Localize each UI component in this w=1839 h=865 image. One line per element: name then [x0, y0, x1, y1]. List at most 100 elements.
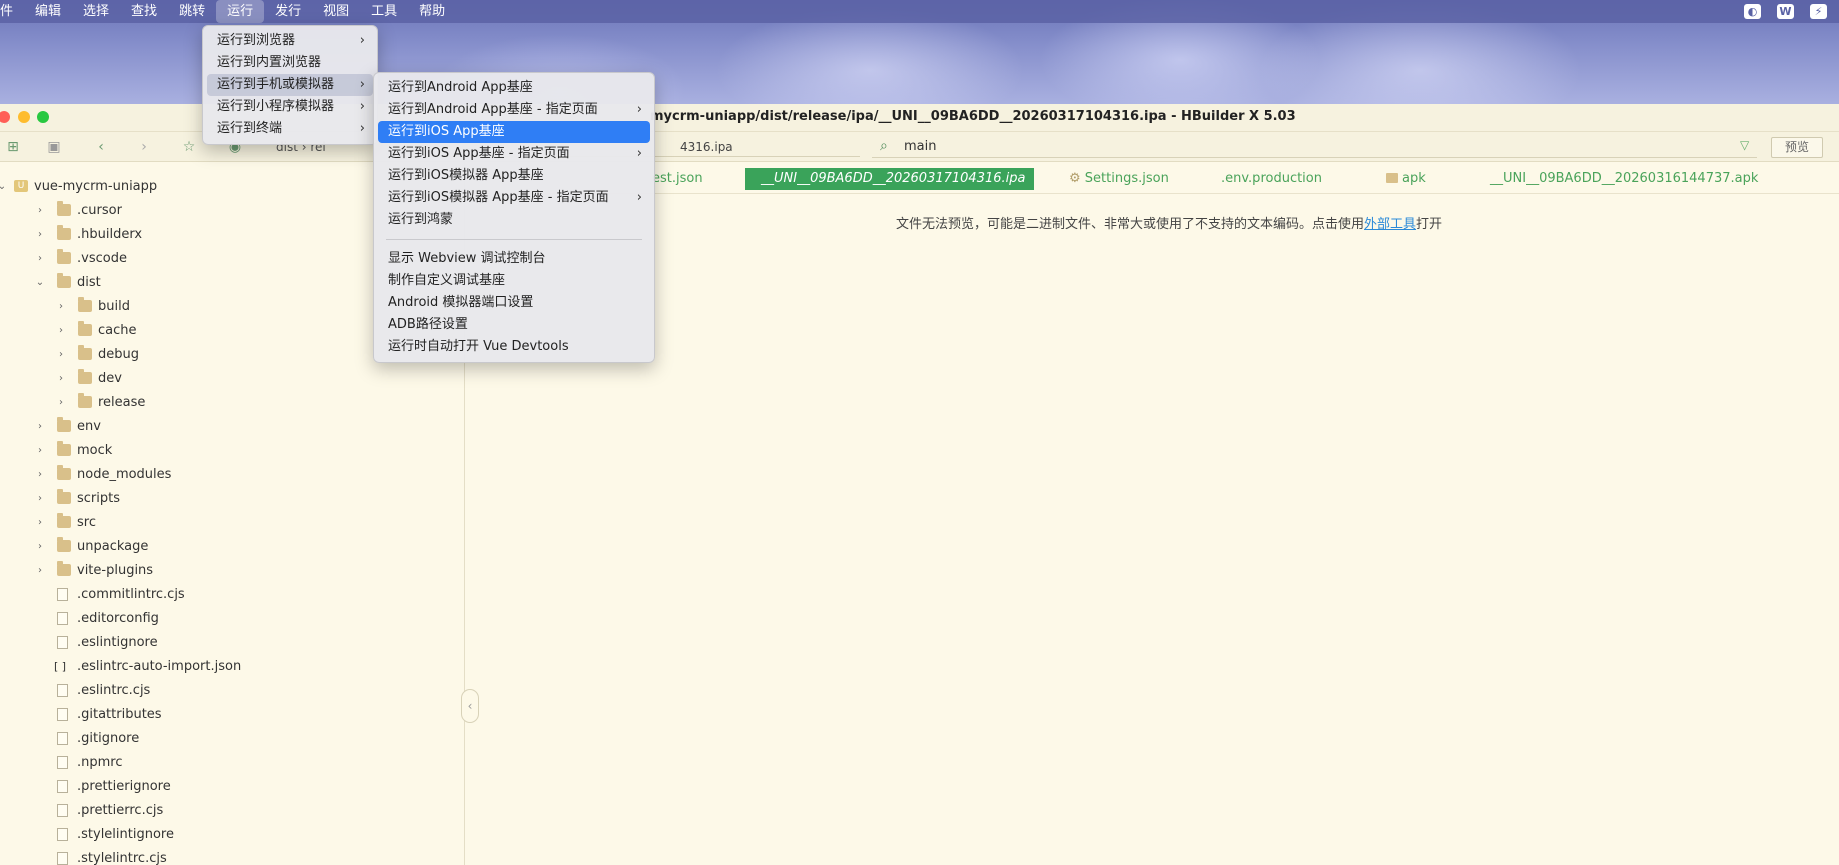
menubar-item[interactable]: 工具	[360, 0, 408, 23]
chevron-right-icon[interactable]: ›	[35, 517, 45, 528]
external-tool-link[interactable]: 外部工具	[1364, 217, 1416, 232]
save-icon[interactable]: ▣	[45, 138, 63, 156]
chevron-down-icon[interactable]: ⌄	[35, 277, 45, 288]
close-window-button[interactable]	[0, 111, 10, 123]
tree-item-unpackage[interactable]: › unpackage	[0, 534, 464, 558]
maximize-window-button[interactable]	[37, 111, 49, 123]
menu-item[interactable]: 运行到鸿蒙	[378, 209, 650, 231]
tree-item-node-modules[interactable]: › node_modules	[0, 462, 464, 486]
tree-item-prettierrc-cjs[interactable]: .prettierrc.cjs	[0, 798, 464, 822]
menubar-item[interactable]: 运行	[216, 0, 265, 23]
tree-item-label: unpackage	[77, 538, 149, 554]
chevron-right-icon[interactable]: ›	[35, 493, 45, 504]
chevron-right-icon: ›	[636, 190, 642, 205]
tree-item-gitattributes[interactable]: .gitattributes	[0, 702, 464, 726]
menubar-item[interactable]: 选择	[72, 0, 120, 23]
file-icon	[57, 683, 68, 697]
chevron-right-icon[interactable]: ›	[35, 421, 45, 432]
chevron-right-icon[interactable]: ›	[56, 325, 66, 336]
search-input[interactable]: ⌕ main	[872, 136, 1757, 158]
menu-item[interactable]: Android 模拟器端口设置	[378, 292, 650, 314]
menubar-item[interactable]: 帮助	[408, 0, 456, 23]
menu-item[interactable]: ADB路径设置	[378, 314, 650, 336]
menu-item[interactable]: 显示 Webview 调试控制台	[378, 248, 650, 270]
status-app-icon[interactable]: ◐	[1744, 4, 1761, 19]
menubar-item[interactable]: 发行	[264, 0, 312, 23]
menu-item[interactable]: 运行到iOS模拟器 App基座	[378, 165, 650, 187]
collapse-sidebar-handle[interactable]: ‹	[461, 689, 479, 723]
hbuilder-window: mycrm-uniapp/dist/release/ipa/__UNI__09B…	[0, 104, 1839, 865]
menubar-item[interactable]: 编辑	[24, 0, 72, 23]
chevron-right-icon[interactable]: ›	[35, 565, 45, 576]
forward-icon[interactable]: ›	[135, 138, 153, 156]
tree-item-mock[interactable]: › mock	[0, 438, 464, 462]
tree-item-prettierignore[interactable]: .prettierignore	[0, 774, 464, 798]
preview-button[interactable]: 预览	[1771, 137, 1823, 158]
folder-icon	[57, 537, 71, 552]
chevron-right-icon[interactable]: ›	[35, 205, 45, 216]
project-icon: U	[14, 180, 28, 192]
new-file-icon[interactable]: ⊞	[4, 138, 22, 156]
chevron-right-icon[interactable]: ›	[35, 253, 45, 264]
tree-item-editorconfig[interactable]: .editorconfig	[0, 606, 464, 630]
tab-apk-folder[interactable]: apk	[1386, 168, 1426, 190]
tab-apk-file[interactable]: __UNI__09BA6DD__20260316144737.apk	[1490, 168, 1758, 190]
bookmark-star-icon[interactable]: ☆	[180, 138, 198, 156]
chevron-right-icon[interactable]: ›	[56, 349, 66, 360]
menu-item[interactable]: 运行时自动打开 Vue Devtools	[378, 336, 650, 358]
tree-item-eslintignore[interactable]: .eslintignore	[0, 630, 464, 654]
menu-item[interactable]: 运行到手机或模拟器 ›	[207, 74, 373, 96]
menu-item[interactable]: 制作自定义调试基座	[378, 270, 650, 292]
chevron-right-icon: ›	[636, 102, 642, 117]
tab-settings-json[interactable]: ⚙ Settings.json	[1069, 168, 1169, 190]
menu-item[interactable]: 运行到Android App基座 - 指定页面 ›	[378, 99, 650, 121]
tree-item-stylelintignore[interactable]: .stylelintignore	[0, 822, 464, 846]
wps-icon[interactable]: W	[1777, 4, 1794, 19]
chevron-right-icon[interactable]: ›	[35, 445, 45, 456]
tree-item-stylelintrc-cjs[interactable]: .stylelintrc.cjs	[0, 846, 464, 865]
tree-item-eslintrc-auto-import-json[interactable]: [ ] .eslintrc-auto-import.json	[0, 654, 464, 678]
tree-item-env[interactable]: › env	[0, 414, 464, 438]
tree-item-release[interactable]: › release	[0, 390, 464, 414]
tab-env-production[interactable]: .env.production	[1221, 168, 1322, 190]
power-icon[interactable]: ⚡	[1810, 4, 1827, 19]
tree-item-src[interactable]: › src	[0, 510, 464, 534]
minimize-window-button[interactable]	[18, 111, 30, 123]
file-icon	[57, 731, 68, 745]
tree-item-vite-plugins[interactable]: › vite-plugins	[0, 558, 464, 582]
menu-item[interactable]: 运行到浏览器 ›	[207, 30, 373, 52]
tree-item-scripts[interactable]: › scripts	[0, 486, 464, 510]
tree-item-dev[interactable]: › dev	[0, 366, 464, 390]
chevron-down-icon[interactable]: ⌄	[0, 181, 7, 192]
tab-manifest-json[interactable]: est.json	[652, 168, 703, 190]
menubar-item[interactable]: 跳转	[168, 0, 216, 23]
chevron-right-icon[interactable]: ›	[56, 373, 66, 384]
tree-item-npmrc[interactable]: .npmrc	[0, 750, 464, 774]
menu-item[interactable]: 运行到小程序模拟器 ›	[207, 96, 373, 118]
menu-item-label: ADB路径设置	[388, 317, 468, 332]
chevron-right-icon[interactable]: ›	[35, 541, 45, 552]
menu-item[interactable]: 运行到iOS App基座 - 指定页面 ›	[378, 143, 650, 165]
tree-item-label: .stylelintignore	[77, 826, 174, 842]
menu-item[interactable]: 运行到iOS模拟器 App基座 - 指定页面 ›	[378, 187, 650, 209]
folder-icon	[57, 489, 71, 504]
filter-icon[interactable]: ▽	[1740, 138, 1749, 152]
chevron-right-icon[interactable]: ›	[56, 397, 66, 408]
chevron-right-icon[interactable]: ›	[35, 229, 45, 240]
tree-item-label: .vscode	[77, 250, 127, 266]
back-icon[interactable]: ‹	[92, 138, 110, 156]
menu-item[interactable]: 运行到iOS App基座	[378, 121, 650, 143]
menubar-item[interactable]: 查找	[120, 0, 168, 23]
menu-item[interactable]: 运行到终端 ›	[207, 118, 373, 140]
chevron-right-icon[interactable]: ›	[56, 301, 66, 312]
tab-ipa-file[interactable]: __UNI__09BA6DD__20260317104316.ipa	[745, 168, 1034, 190]
tree-item-eslintrc-cjs[interactable]: .eslintrc.cjs	[0, 678, 464, 702]
menu-item[interactable]: 运行到Android App基座	[378, 77, 650, 99]
menubar-item[interactable]: 件	[0, 0, 24, 23]
chevron-right-icon[interactable]: ›	[35, 469, 45, 480]
menubar-item[interactable]: 视图	[312, 0, 360, 23]
folder-icon	[57, 249, 71, 264]
menu-item[interactable]: 运行到内置浏览器	[207, 52, 373, 74]
tree-item-commitlintrc-cjs[interactable]: .commitlintrc.cjs	[0, 582, 464, 606]
tree-item-gitignore[interactable]: .gitignore	[0, 726, 464, 750]
